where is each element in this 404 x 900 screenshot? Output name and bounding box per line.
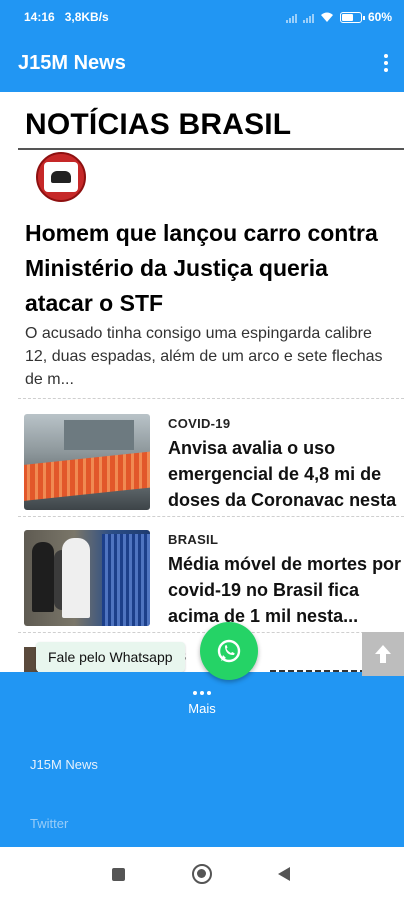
- wifi-icon: [320, 12, 333, 22]
- more-vert-icon[interactable]: [368, 34, 404, 92]
- more-horiz-icon: [193, 690, 211, 695]
- footer: J15M News Twitter: [0, 734, 404, 847]
- battery-percent: 60%: [367, 10, 392, 24]
- section-title: NOTÍCIAS BRASIL: [25, 108, 292, 141]
- divider: [18, 398, 404, 399]
- divider: [18, 516, 404, 517]
- status-icons: 60%: [285, 10, 392, 24]
- whatsapp-button[interactable]: [200, 622, 258, 680]
- system-nav-bar: [0, 847, 404, 900]
- featured-headline[interactable]: Homem que lançou carro contra Ministério…: [25, 216, 395, 321]
- network-speed: 3,8KB/s: [64, 10, 109, 24]
- bottom-bar[interactable]: Mais: [0, 672, 404, 734]
- app-title: J15M News: [18, 51, 126, 74]
- news-logo: [36, 152, 86, 202]
- recent-apps-icon[interactable]: [112, 868, 125, 881]
- more-label: Mais: [188, 700, 216, 716]
- news-title: Média móvel de mortes por covid-19 no Br…: [168, 554, 402, 626]
- arrow-up-icon: [375, 645, 391, 663]
- status-bar: 14:16 3,8KB/s 60%: [0, 0, 404, 34]
- signal-icon: [285, 12, 297, 23]
- news-item[interactable]: COVID-19 Anvisa avalia o uso emergencial…: [24, 414, 404, 514]
- news-category: BRASIL: [168, 532, 219, 547]
- signal-2-icon: [302, 12, 314, 23]
- news-item[interactable]: BRASIL Média móvel de mortes por covid-1…: [24, 530, 404, 630]
- status-time: 14:16: [24, 10, 55, 24]
- news-content[interactable]: NOTÍCIAS BRASIL Homem que lançou carro c…: [0, 92, 404, 672]
- news-thumbnail: [24, 530, 150, 626]
- app-bar: J15M News: [0, 34, 404, 92]
- news-thumbnail: [24, 414, 150, 510]
- news-title: Anvisa avalia o uso emergencial de 4,8 m…: [168, 438, 397, 510]
- footer-link-twitter[interactable]: Twitter: [30, 816, 68, 831]
- whatsapp-icon: [217, 639, 241, 663]
- back-icon[interactable]: [278, 867, 290, 881]
- featured-summary: O acusado tinha consigo uma espingarda c…: [25, 325, 383, 388]
- battery-icon: [339, 11, 365, 23]
- scroll-to-top-button[interactable]: [362, 632, 404, 676]
- whatsapp-label[interactable]: Fale pelo Whatsapp: [36, 642, 185, 672]
- footer-link-site[interactable]: J15M News: [30, 757, 98, 772]
- section-rule: [18, 148, 404, 150]
- home-icon[interactable]: [192, 864, 212, 884]
- news-category: COVID-19: [168, 416, 231, 431]
